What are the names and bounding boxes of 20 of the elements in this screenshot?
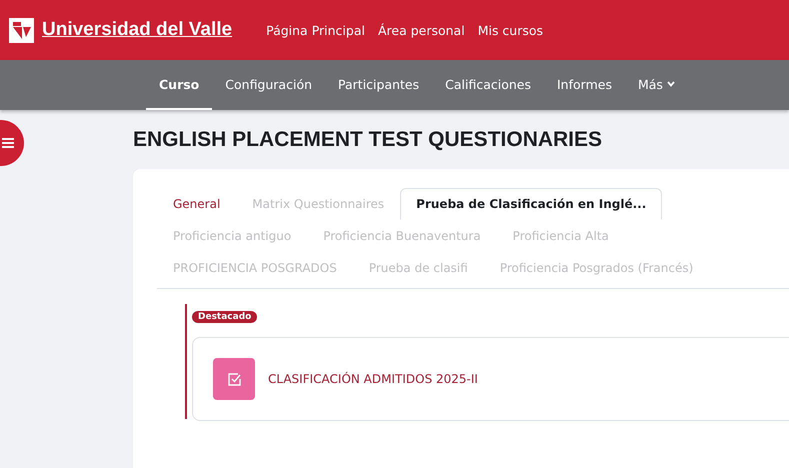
nav-tab[interactable]: Informes [544, 60, 625, 110]
caret-icon [666, 81, 675, 87]
nav-tab[interactable]: Participantes [325, 60, 432, 110]
section-tab[interactable]: General [157, 188, 236, 220]
list-icon [2, 138, 14, 148]
nav-tab[interactable]: Curso [146, 60, 212, 110]
nav-tab[interactable]: Más [624, 60, 688, 110]
checkbox-icon [213, 358, 255, 400]
nav-link[interactable]: Mis cursos [478, 22, 544, 38]
drawer-toggle-button[interactable] [0, 120, 24, 166]
section-tab[interactable]: Prueba de Clasificación en Inglé... [400, 188, 662, 220]
page-title: ENGLISH PLACEMENT TEST QUESTIONARIES [133, 128, 604, 152]
nav-tab[interactable]: Configuración [212, 60, 326, 110]
nav-link[interactable]: Área personal [378, 22, 465, 38]
highlight-badge: Destacado [192, 311, 258, 323]
nav-link[interactable]: Página Principal [266, 22, 365, 38]
nav-tab[interactable]: Calificaciones [432, 60, 544, 110]
activity-link[interactable]: CLASIFICACIÓN ADMITIDOS 2025-II [268, 372, 478, 386]
brand-link[interactable]: Universidad del Valle [42, 19, 232, 41]
university-logo [9, 18, 34, 42]
